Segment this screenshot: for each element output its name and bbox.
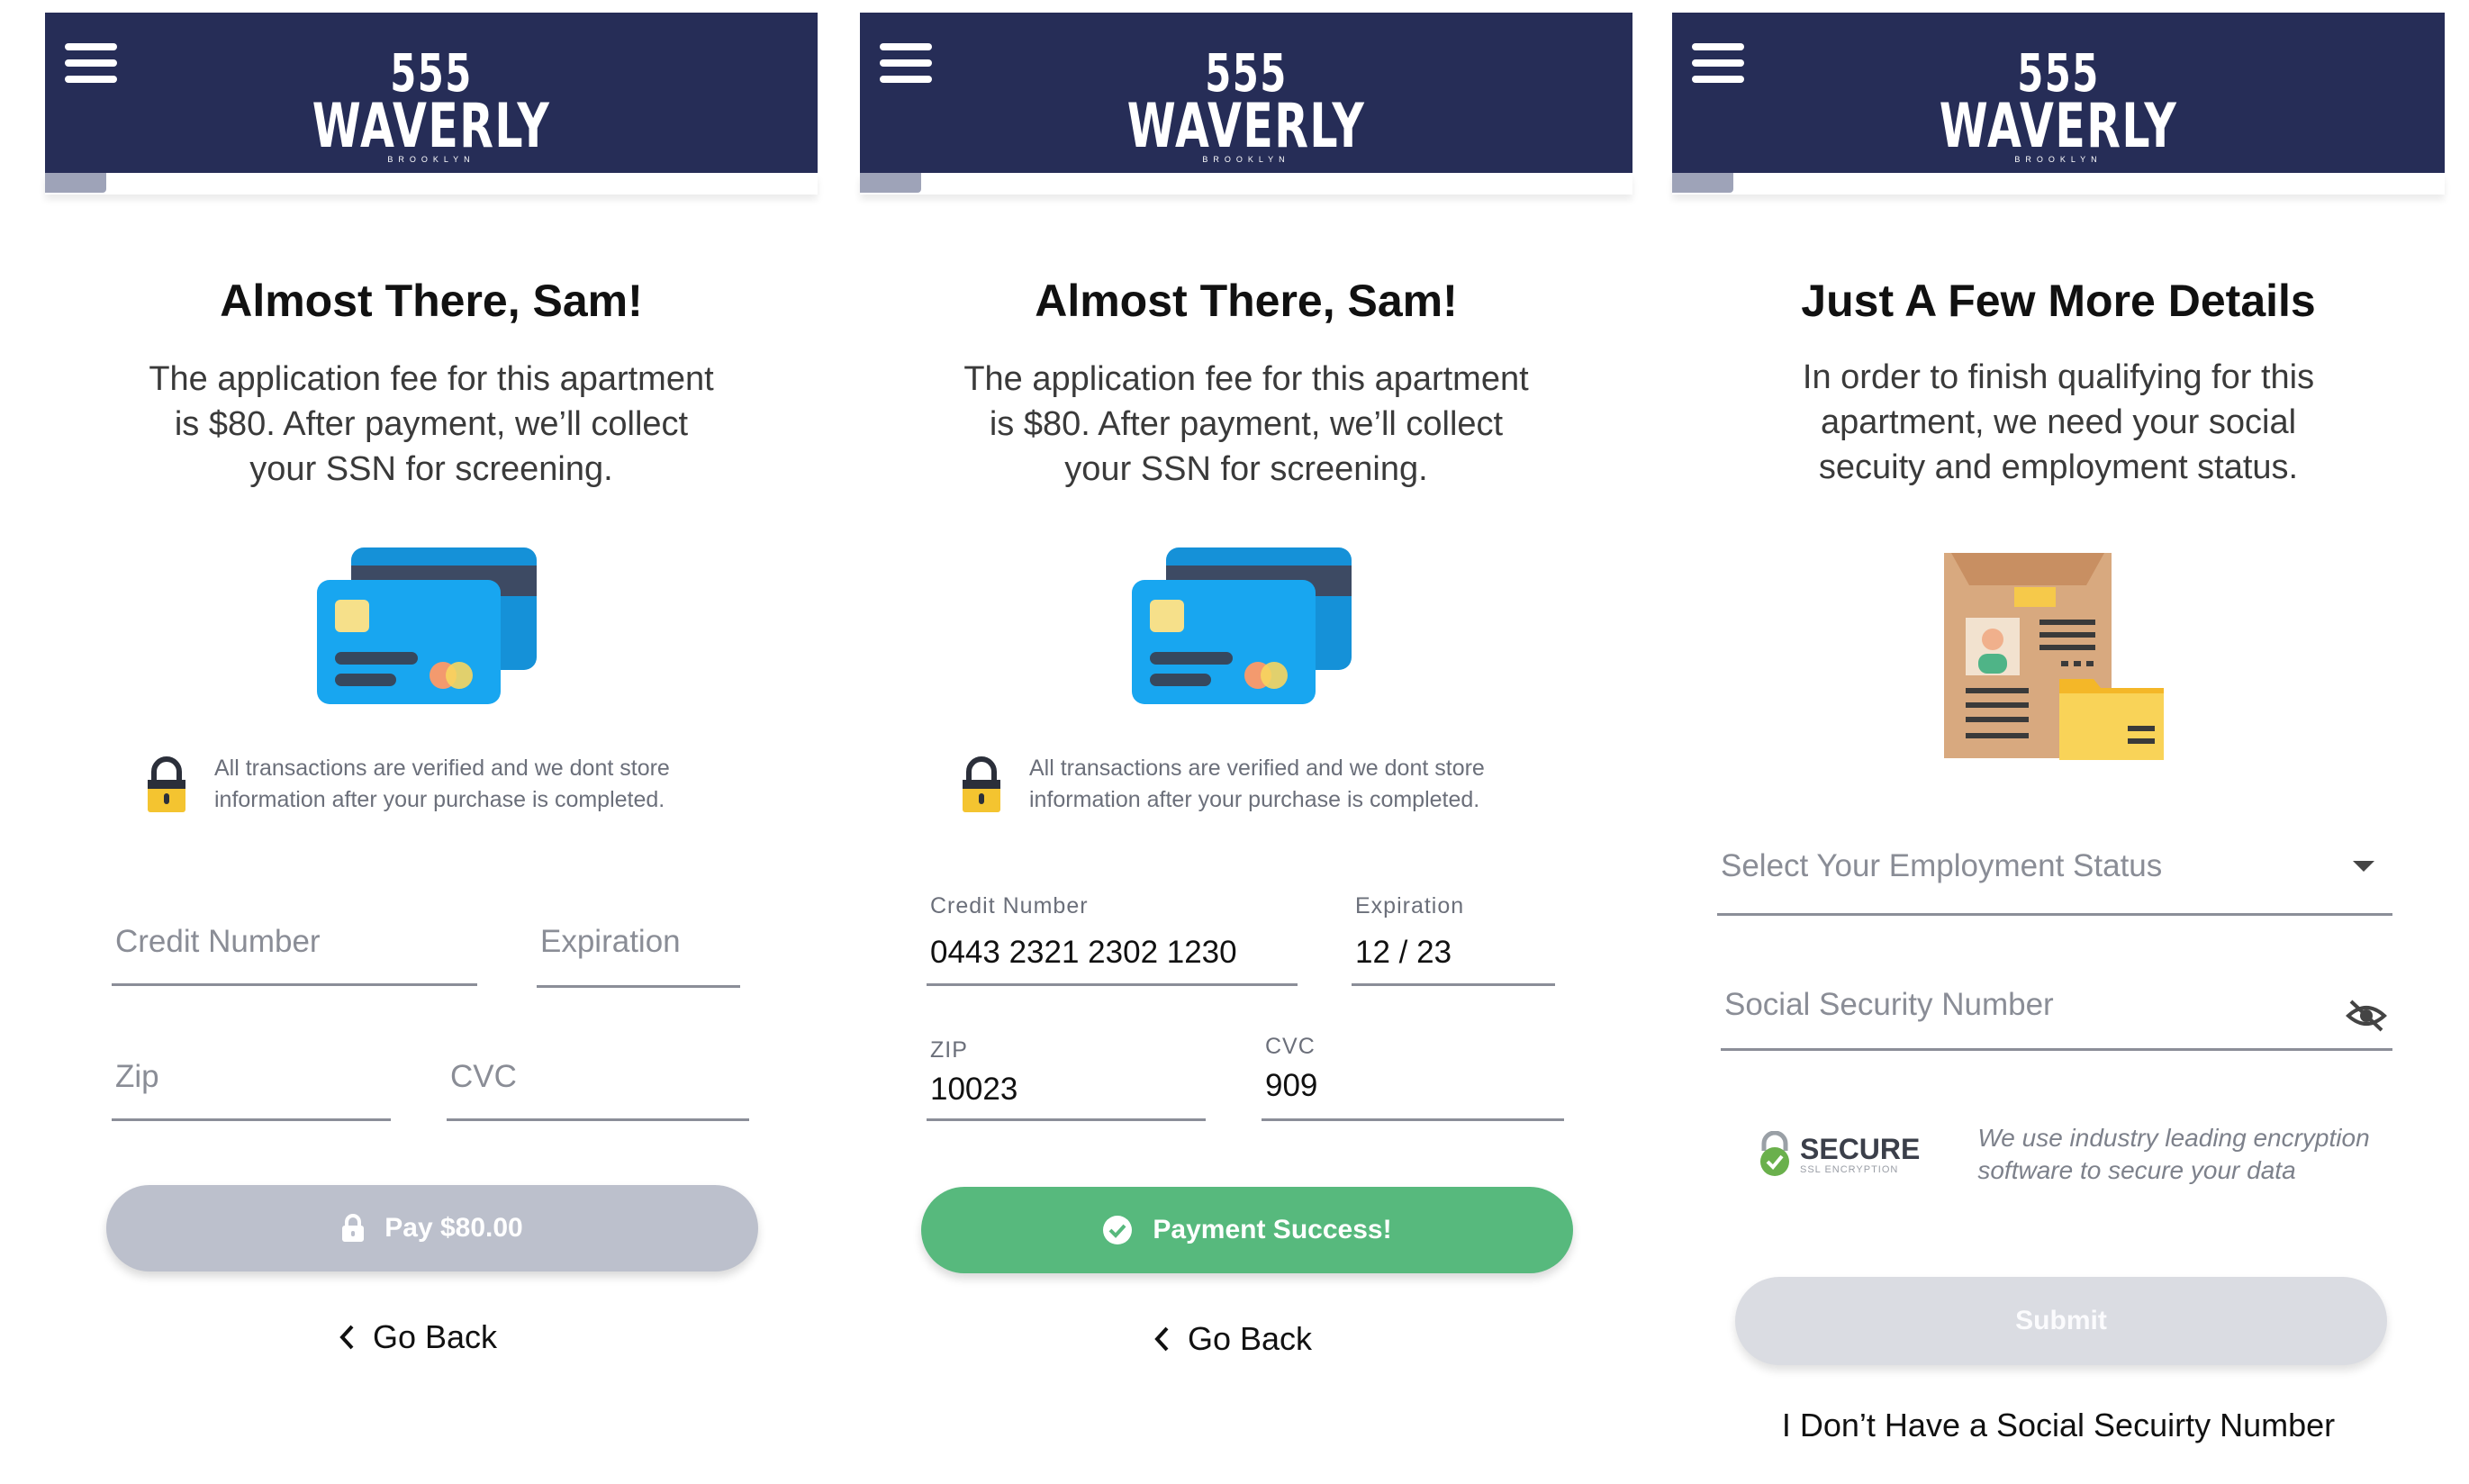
description-line: your SSN for screening.	[1064, 450, 1428, 488]
employment-status-select[interactable]: Select Your Employment Status	[1717, 837, 2392, 916]
logo-number: 555	[390, 42, 473, 104]
no-ssn-link[interactable]: I Don’t Have a Social Secuirty Number	[1672, 1407, 2445, 1444]
zip-placeholder: Zip	[115, 1059, 159, 1094]
description-line: secuity and employment status.	[1818, 448, 2299, 486]
documents-folder-illustration	[1944, 553, 2164, 760]
secure-notice-text: All transactions are verified and we don…	[1029, 753, 1485, 816]
ssl-badge-title: SECURE	[1800, 1133, 1921, 1165]
payment-screen-success: 555 WAVERLY BROOKLYN Almost There, Sam! …	[860, 0, 1632, 1484]
go-back-label: Go Back	[373, 1318, 498, 1355]
progress-bar	[1672, 173, 2445, 195]
zip-label: ZIP	[930, 1037, 968, 1063]
eye-off-icon[interactable]	[2346, 998, 2387, 1034]
go-back-link[interactable]: Go Back	[339, 1318, 497, 1356]
brand-logo: 555 WAVERLY BROOKLYN	[860, 42, 1632, 164]
brand-logo: 555 WAVERLY BROOKLYN	[45, 42, 818, 164]
lock-icon	[341, 1214, 365, 1243]
ssn-placeholder: Social Security Number	[1724, 987, 2054, 1022]
description-line: your SSN for screening.	[249, 450, 613, 488]
secure-notice-line: information after your purchase is compl…	[214, 787, 665, 812]
expiration-value: 12 / 23	[1355, 935, 1452, 970]
credit-cards-illustration	[1132, 547, 1352, 704]
secure-notice-line: All transactions are verified and we don…	[214, 756, 670, 781]
description-line: In order to finish qualifying for this	[1802, 358, 2315, 396]
cvc-field[interactable]: CVC 909	[1262, 1034, 1564, 1121]
payment-success-label: Payment Success!	[1153, 1215, 1392, 1244]
credit-number-field[interactable]: Credit Number	[112, 909, 477, 986]
app-header: 555 WAVERLY BROOKLYN	[1672, 13, 2445, 173]
pay-button-label: Pay $80.00	[384, 1213, 523, 1243]
credit-number-label: Credit Number	[930, 893, 1089, 918]
credit-number-value: 0443 2321 2302 1230	[930, 935, 1237, 970]
ssl-description-line: We use industry leading encryption	[1977, 1124, 2370, 1152]
page-title: Almost There, Sam!	[1035, 276, 1458, 326]
logo-name: WAVERLY	[1126, 91, 1366, 162]
cvc-label: CVC	[1265, 1034, 1316, 1059]
description-line: is $80. After payment, we’ll collect	[989, 405, 1504, 443]
submit-button-label: Submit	[2015, 1306, 2107, 1335]
credit-cards-illustration	[317, 547, 537, 704]
app-header: 555 WAVERLY BROOKLYN	[860, 13, 1632, 173]
chevron-left-icon	[1154, 1326, 1169, 1352]
dropdown-arrow-icon	[2353, 861, 2374, 872]
chevron-left-icon	[339, 1325, 354, 1350]
page-description: The application fee for this apartment i…	[860, 357, 1632, 492]
payment-screen-empty: 555 WAVERLY BROOKLYN Almost There, Sam! …	[45, 0, 818, 1484]
expiration-field[interactable]: Expiration	[537, 909, 740, 988]
description-line: The application fee for this apartment	[963, 360, 1529, 398]
expiration-field[interactable]: Expiration 12 / 23	[1352, 893, 1555, 986]
ssl-description-line: software to secure your data	[1977, 1156, 2296, 1184]
go-back-link[interactable]: Go Back	[1153, 1320, 1312, 1358]
progress-bar	[45, 173, 818, 195]
credit-number-placeholder: Credit Number	[115, 924, 321, 959]
cvc-placeholder: CVC	[450, 1059, 517, 1094]
secure-notice-text: All transactions are verified and we don…	[214, 753, 670, 816]
page-title: Almost There, Sam!	[220, 276, 643, 326]
logo-name: WAVERLY	[1939, 91, 2178, 162]
secure-notice-line: All transactions are verified and we don…	[1029, 756, 1485, 781]
page-description: The application fee for this apartment i…	[45, 357, 818, 492]
submit-button[interactable]: Submit	[1735, 1277, 2387, 1365]
logo-number: 555	[2017, 42, 2100, 104]
zip-field[interactable]: ZIP 10023	[927, 1037, 1206, 1121]
brand-logo: 555 WAVERLY BROOKLYN	[1672, 42, 2445, 164]
logo-number: 555	[1205, 42, 1288, 104]
ssl-badge: SECURE SSL ENCRYPTION	[1757, 1131, 1920, 1178]
payment-success-button[interactable]: Payment Success!	[921, 1187, 1573, 1273]
logo-name: WAVERLY	[312, 91, 551, 162]
ssl-badge-subtitle: SSL ENCRYPTION	[1800, 1164, 1899, 1175]
employment-status-placeholder: Select Your Employment Status	[1721, 848, 2163, 883]
ssl-secure-section: SECURE SSL ENCRYPTION We use industry le…	[1757, 1122, 2370, 1187]
progress-bar	[860, 173, 1632, 195]
details-screen: 555 WAVERLY BROOKLYN Just A Few More Det…	[1672, 0, 2445, 1484]
cvc-value: 909	[1265, 1068, 1318, 1103]
ssl-description: We use industry leading encryption softw…	[1977, 1122, 2369, 1187]
credit-number-field[interactable]: Credit Number 0443 2321 2302 1230	[927, 893, 1298, 986]
cvc-field[interactable]: CVC	[447, 1045, 749, 1121]
zip-value: 10023	[930, 1072, 1018, 1107]
secure-notice-line: information after your purchase is compl…	[1029, 787, 1480, 812]
check-circle-icon	[1102, 1215, 1133, 1245]
secure-shield-icon	[1760, 1131, 1789, 1176]
pay-button[interactable]: Pay $80.00	[106, 1185, 758, 1271]
ssn-field[interactable]: Social Security Number	[1721, 974, 2392, 1051]
description-line: apartment, we need your social	[1820, 403, 2297, 441]
progress-fill	[860, 173, 921, 193]
padlock-icon	[148, 756, 185, 812]
zip-field[interactable]: Zip	[112, 1045, 391, 1121]
expiration-placeholder: Expiration	[540, 924, 681, 959]
secure-notice: All transactions are verified and we don…	[146, 753, 670, 816]
description-line: The application fee for this apartment	[149, 360, 714, 398]
expiration-label: Expiration	[1355, 893, 1465, 918]
go-back-label: Go Back	[1188, 1320, 1313, 1357]
progress-fill	[45, 173, 106, 193]
app-header: 555 WAVERLY BROOKLYN	[45, 13, 818, 173]
page-description: In order to finish qualifying for this a…	[1672, 355, 2445, 490]
padlock-icon	[963, 756, 1000, 812]
secure-notice: All transactions are verified and we don…	[961, 753, 1485, 816]
progress-fill	[1672, 173, 1733, 193]
description-line: is $80. After payment, we’ll collect	[174, 405, 689, 443]
page-title: Just A Few More Details	[1801, 276, 2316, 326]
